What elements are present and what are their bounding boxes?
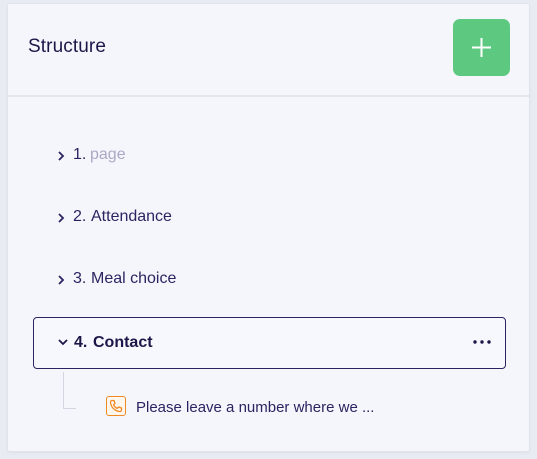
chevron-right-icon[interactable] bbox=[56, 150, 66, 162]
tree-item-number: 2. bbox=[73, 208, 87, 225]
tree-connector bbox=[63, 372, 76, 409]
add-item-button[interactable] bbox=[453, 19, 510, 76]
chevron-right-icon[interactable] bbox=[56, 212, 66, 224]
tree-item-number: 4. bbox=[74, 334, 88, 351]
plus-icon bbox=[472, 38, 491, 57]
tree-item-page[interactable]: 1. page bbox=[32, 130, 505, 182]
chevron-down-icon[interactable] bbox=[57, 336, 69, 348]
panel-title: Structure bbox=[28, 36, 106, 57]
tree-item-attendance[interactable]: 2. Attendance bbox=[32, 192, 505, 244]
tree-item-number: 1. bbox=[73, 146, 87, 163]
tree-item-label: page bbox=[90, 146, 126, 163]
tree-child-phone-question[interactable]: Please leave a number where we ... bbox=[104, 394, 494, 422]
tree-item-label: Contact bbox=[93, 334, 153, 351]
phone-icon bbox=[106, 396, 126, 416]
child-question-text: Please leave a number where we ... bbox=[136, 399, 375, 416]
chevron-right-icon[interactable] bbox=[56, 274, 66, 286]
tree-item-number: 3. bbox=[73, 270, 87, 287]
structure-panel: Structure 1. page 2. Attendance 3. Meal … bbox=[8, 4, 529, 451]
more-horizontal-icon[interactable] bbox=[471, 332, 493, 352]
tree-item-label: Attendance bbox=[91, 208, 172, 225]
tree-item-contact[interactable]: 4. Contact bbox=[33, 317, 506, 369]
tree-item-label: Meal choice bbox=[91, 270, 177, 287]
tree-item-meal-choice[interactable]: 3. Meal choice bbox=[32, 254, 505, 306]
panel-header: Structure bbox=[8, 4, 529, 97]
